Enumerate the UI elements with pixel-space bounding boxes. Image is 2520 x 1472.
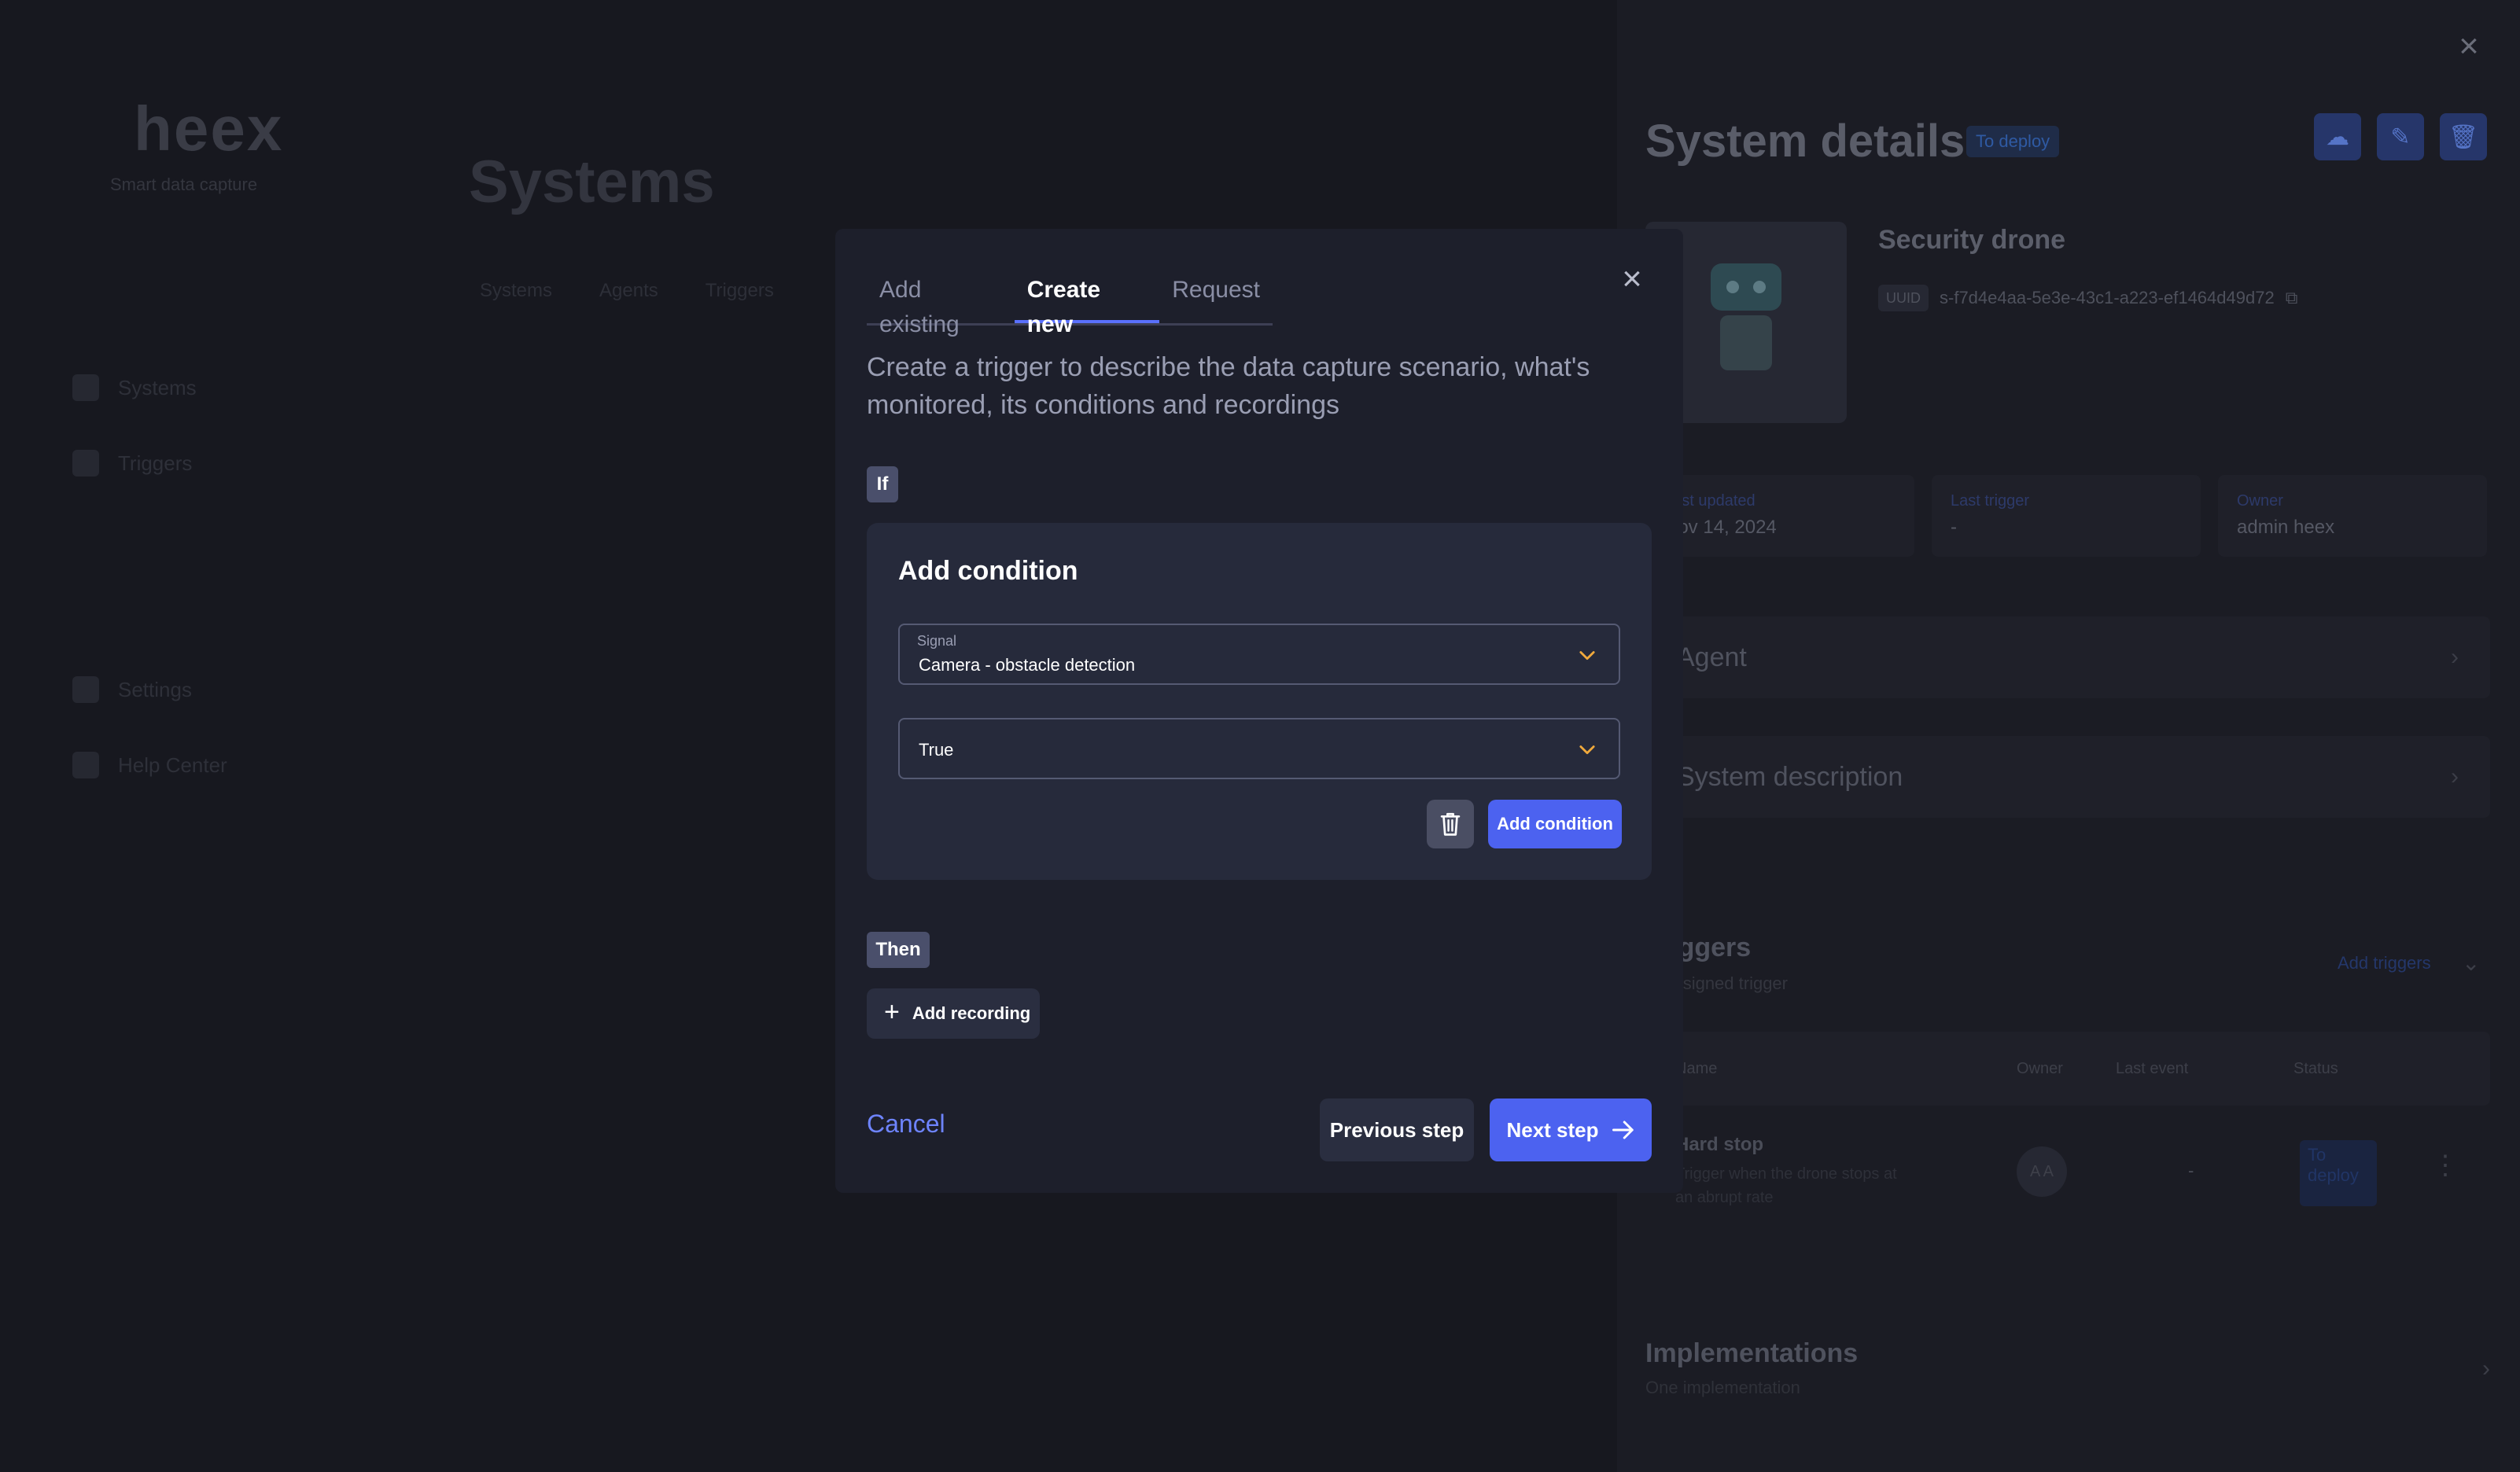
modal-tabs: Add existing Create new Request bbox=[867, 273, 1273, 337]
create-trigger-modal: Add existing Create new Request × Create… bbox=[835, 229, 1683, 1193]
chevron-right-icon: › bbox=[2451, 764, 2459, 789]
condition-card: Add condition Signal Camera - obstacle d… bbox=[867, 523, 1652, 880]
if-label: If bbox=[867, 466, 898, 502]
add-triggers-link[interactable]: Add triggers bbox=[2338, 953, 2431, 973]
sidebar-item-label: Systems bbox=[118, 375, 197, 399]
add-condition-button[interactable]: Add condition bbox=[1488, 800, 1622, 848]
value-select[interactable]: True bbox=[898, 718, 1620, 779]
stat-card: Last trigger - bbox=[1932, 475, 2201, 557]
sidebar-item-systems: Systems bbox=[72, 374, 197, 401]
next-step-button[interactable]: Next step bbox=[1490, 1098, 1652, 1161]
page-tab: Agents bbox=[599, 280, 658, 301]
gear-icon bbox=[72, 676, 99, 703]
system-description-section[interactable]: System description › bbox=[1645, 736, 2490, 818]
stat-value: - bbox=[1951, 517, 1957, 538]
status-badge: To deploy bbox=[2300, 1140, 2377, 1206]
page-tab: Systems bbox=[480, 280, 553, 301]
page-tabs: Systems Agents Triggers bbox=[480, 280, 774, 302]
tab-add-existing[interactable]: Add existing bbox=[867, 273, 1015, 337]
uuid-value: s-f7d4e4aa-5e3e-43c1-a223-ef1464d49d72 bbox=[1940, 288, 2275, 307]
app-logo: heex bbox=[134, 94, 284, 164]
sidebar-item-label: Settings bbox=[118, 677, 192, 701]
column-header: Owner bbox=[2017, 1060, 2063, 1077]
signal-select-value: Camera - obstacle detection bbox=[919, 655, 1136, 675]
trigger-description: Trigger when the drone stops at an abrup… bbox=[1675, 1165, 1897, 1206]
page-title: Systems bbox=[469, 149, 715, 215]
section-title: System description bbox=[1677, 761, 1903, 792]
stat-value: admin heex bbox=[2237, 517, 2335, 538]
column-header: Last event bbox=[2116, 1060, 2189, 1077]
previous-step-button[interactable]: Previous step bbox=[1320, 1098, 1474, 1161]
section-subtitle: One implementation bbox=[1645, 1378, 1800, 1397]
chevron-right-icon: › bbox=[2482, 1356, 2490, 1382]
grid-icon bbox=[72, 374, 99, 401]
sidebar-item-settings: Settings bbox=[72, 676, 192, 703]
modal-description: Create a trigger to describe the data ca… bbox=[867, 352, 1590, 420]
help-icon bbox=[72, 752, 99, 778]
panel-close-icon[interactable]: × bbox=[2452, 29, 2485, 64]
chevron-down-icon[interactable]: ⌄ bbox=[2462, 950, 2480, 976]
avatar: A A bbox=[2017, 1146, 2067, 1197]
edit-icon[interactable]: ✎ bbox=[2377, 113, 2424, 160]
uuid-row: UUID s-f7d4e4aa-5e3e-43c1-a223-ef1464d49… bbox=[1878, 285, 2297, 311]
signal-select[interactable]: Signal Camera - obstacle detection bbox=[898, 624, 1620, 685]
uuid-label: UUID bbox=[1878, 285, 1929, 311]
stat-label: Last updated bbox=[1664, 492, 1756, 510]
section-title: Implementations bbox=[1645, 1338, 1859, 1368]
page-tab: Triggers bbox=[705, 280, 774, 301]
trigger-name: Hard stop bbox=[1675, 1134, 1764, 1155]
triggers-table-header: Name Owner Last event Status bbox=[1645, 1032, 2490, 1106]
then-label: Then bbox=[867, 932, 930, 968]
chevron-down-icon bbox=[1579, 745, 1595, 755]
add-recording-label: Add recording bbox=[912, 1003, 1031, 1023]
tab-create-new[interactable]: Create new bbox=[1014, 273, 1160, 337]
app-logo-subtitle: Smart data capture bbox=[110, 175, 258, 194]
signal-select-label: Signal bbox=[917, 633, 957, 649]
stats-row: Last updated Nov 14, 2024 Last trigger -… bbox=[1645, 475, 2487, 557]
stat-label: Owner bbox=[2237, 492, 2283, 510]
add-recording-button[interactable]: + Add recording bbox=[867, 988, 1040, 1039]
robot-icon bbox=[1703, 263, 1789, 381]
sidebar-item-help: Help Center bbox=[72, 752, 227, 778]
panel-title: System details bbox=[1645, 116, 1966, 167]
chevron-right-icon: › bbox=[2451, 644, 2459, 670]
arrow-right-icon bbox=[1612, 1121, 1634, 1139]
next-step-label: Next step bbox=[1506, 1117, 1599, 1142]
sidebar-item-triggers: Triggers bbox=[72, 450, 192, 477]
plus-icon: + bbox=[884, 997, 900, 1027]
stat-card: Last updated Nov 14, 2024 bbox=[1645, 475, 1914, 557]
cloud-download-icon[interactable]: ☁ bbox=[2314, 113, 2361, 160]
condition-title: Add condition bbox=[898, 556, 1078, 586]
implementations-section[interactable]: Implementations One implementation › bbox=[1645, 1329, 2490, 1423]
trash-icon bbox=[1440, 812, 1461, 836]
agent-section[interactable]: Agent › bbox=[1645, 616, 2490, 698]
sidebar-item-label: Triggers bbox=[118, 451, 193, 475]
section-title: Agent bbox=[1677, 642, 1747, 672]
value-select-value: True bbox=[919, 740, 954, 760]
close-icon[interactable]: × bbox=[1614, 262, 1650, 298]
trash-icon[interactable]: 🗑 bbox=[2440, 113, 2487, 160]
last-event: - bbox=[2188, 1161, 2194, 1180]
sidebar-item-label: Help Center bbox=[118, 753, 227, 777]
stat-card: Owner admin heex bbox=[2218, 475, 2487, 557]
delete-condition-button[interactable] bbox=[1427, 800, 1474, 848]
cancel-button[interactable]: Cancel bbox=[867, 1110, 945, 1139]
chevron-down-icon bbox=[1579, 651, 1595, 661]
more-icon[interactable]: ⋮ bbox=[2432, 1150, 2459, 1181]
copy-icon[interactable]: ⧉ bbox=[2286, 288, 2298, 308]
column-header: Status bbox=[2293, 1060, 2338, 1077]
system-name: Security drone bbox=[1878, 225, 2066, 255]
stat-label: Last trigger bbox=[1951, 492, 2030, 510]
stat-value: Nov 14, 2024 bbox=[1664, 517, 1777, 538]
panel-actions: ☁ ✎ 🗑 bbox=[2314, 113, 2487, 160]
table-row[interactable]: Hard stop Trigger when the drone stops a… bbox=[1645, 1110, 2490, 1236]
status-badge: To deploy bbox=[1966, 126, 2060, 157]
tab-request[interactable]: Request bbox=[1159, 273, 1273, 323]
trigger-icon bbox=[72, 450, 99, 477]
